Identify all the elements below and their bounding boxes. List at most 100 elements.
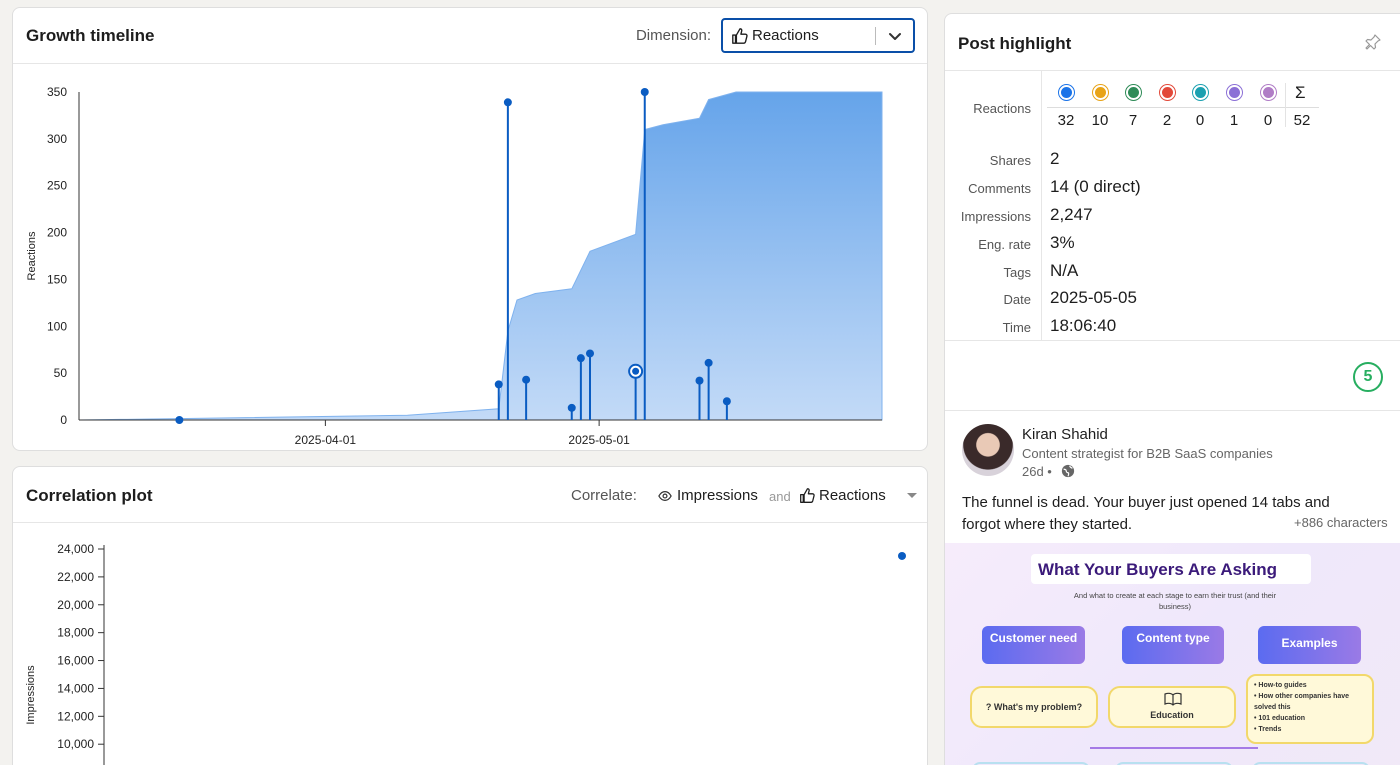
eye-icon <box>658 491 672 501</box>
growth-chart: 0 50 100 150 200 250 300 350 2025-04-01 2025-05-0… <box>26 85 883 447</box>
image-title: What Your Buyers Are Asking <box>1038 560 1277 579</box>
celebrate-icon <box>1227 85 1242 100</box>
reaction-total: 52 <box>1293 112 1311 129</box>
y-tick-label: 150 <box>47 272 67 286</box>
x-metric-label: Impressions <box>677 487 758 504</box>
dimension-select[interactable]: Reactions <box>721 18 915 53</box>
thumbs-up-icon <box>800 488 815 503</box>
lollipop-point <box>567 403 576 412</box>
correlate-label: Correlate: <box>571 487 637 504</box>
rank-badge[interactable]: 5 <box>1353 362 1383 392</box>
avatar[interactable] <box>962 424 1014 476</box>
y-tick-label: 12,000 <box>57 709 94 723</box>
reactions-label: Reactions <box>973 101 1031 116</box>
image-example-item: • How other companies have solved this <box>1254 693 1350 711</box>
stat-label: Shares <box>989 153 1031 168</box>
image-divider <box>1090 747 1258 749</box>
correlation-chart: 8,00010,00012,00014,00016,00018,00020,00… <box>25 542 906 765</box>
y-tick-label: 18,000 <box>57 626 94 640</box>
y-axis-label: Impressions <box>25 665 37 725</box>
and-label: and <box>769 489 791 504</box>
stat-label: Eng. rate <box>978 237 1031 252</box>
correlation-header: Correlation plot Correlate: Impressions … <box>13 467 927 523</box>
highlighted-point <box>632 367 640 375</box>
x-tick-label: 2025-04-01 <box>295 433 357 447</box>
y-tick-label: 350 <box>47 85 67 99</box>
y-tick-label: 300 <box>47 132 67 146</box>
image-subtitle: And what to create at each stage to earn… <box>1073 591 1277 611</box>
sigma-label: Σ <box>1295 83 1306 102</box>
reaction-count: 0 <box>1195 112 1205 129</box>
growth-timeline-card: Growth timeline Dimension: Reactions 0 50… <box>12 7 928 451</box>
image-col-customer-need: Customer need <box>982 626 1085 664</box>
reaction-separator <box>1047 107 1319 108</box>
love-icon <box>1160 85 1175 100</box>
image-example-item: • 101 education <box>1254 715 1306 722</box>
book-icon <box>1164 692 1182 706</box>
y-tick-label: 10,000 <box>57 737 94 751</box>
reaction-count: 32 <box>1057 112 1075 129</box>
chevron-down-icon[interactable] <box>887 28 903 44</box>
lollipop-point <box>695 376 704 385</box>
support-icon <box>1126 85 1141 100</box>
author-name[interactable]: Kiran Shahid <box>1022 426 1108 443</box>
growth-header: Growth timeline Dimension: Reactions <box>13 8 927 64</box>
stat-value: 2,247 <box>1050 205 1093 224</box>
lollipop-point <box>640 88 649 96</box>
stat-value: 14 (0 direct) <box>1050 177 1141 196</box>
select-divider <box>875 27 876 45</box>
stat-label: Time <box>1002 320 1031 335</box>
post-age: 26d • <box>1022 464 1052 479</box>
y-tick-label: 200 <box>47 226 67 240</box>
y-metric-label: Reactions <box>819 487 886 504</box>
caret-down-icon[interactable] <box>907 493 917 498</box>
y-tick-label: 20,000 <box>57 598 94 612</box>
lollipop-point <box>522 375 531 384</box>
pin-icon[interactable] <box>1365 34 1381 50</box>
reaction-count: 7 <box>1128 112 1138 129</box>
lollipop-point <box>704 358 713 367</box>
image-question-bubble: ? What's my problem? <box>970 686 1098 728</box>
lollipop-point <box>576 354 585 363</box>
post-header: Post highlight <box>945 14 1400 71</box>
globe-icon <box>1061 464 1075 478</box>
stat-value: N/A <box>1050 261 1079 280</box>
insightful-icon <box>1093 85 1108 100</box>
funny-icon <box>1193 85 1208 100</box>
stat-label: Date <box>1003 292 1031 307</box>
y-tick-label: 50 <box>54 366 68 380</box>
reaction-count: 1 <box>1229 112 1239 129</box>
lollipop-point <box>175 416 184 424</box>
stat-value: 2 <box>1050 149 1060 168</box>
y-tick-label: 0 <box>60 413 67 427</box>
image-example-item: • How-to guides <box>1254 682 1307 689</box>
stat-label: Tags <box>1003 265 1031 280</box>
badge-area <box>945 341 1400 411</box>
stats-divider <box>1041 71 1042 341</box>
cumulative-area <box>78 91 883 421</box>
reaction-count: 2 <box>1162 112 1172 129</box>
post-image[interactable]: What Your Buyers Are Asking And what to … <box>945 543 1400 765</box>
y-tick-label: 250 <box>47 179 67 193</box>
correlation-title: Correlation plot <box>26 486 153 505</box>
growth-title: Growth timeline <box>26 26 155 45</box>
lollipop-point <box>586 349 594 358</box>
y-tick-label: 24,000 <box>57 542 94 556</box>
lollipop-point <box>494 380 503 389</box>
thumbs-up-icon <box>732 28 748 44</box>
image-col-examples: Examples <box>1258 626 1361 664</box>
stat-value: 18:06:40 <box>1050 316 1117 335</box>
like-icon <box>1059 85 1074 100</box>
stat-label: Impressions <box>960 209 1031 224</box>
lollipop-point <box>503 98 512 107</box>
post-title: Post highlight <box>958 34 1072 53</box>
y-tick-label: 16,000 <box>57 654 94 668</box>
image-example-item: • Trends <box>1254 726 1282 733</box>
y-tick-label: 14,000 <box>57 681 94 695</box>
x-tick-label: 2025-05-01 <box>568 433 630 447</box>
reaction-count: 10 <box>1091 112 1109 129</box>
image-examples-list: • How-to guides • How other companies ha… <box>1246 674 1374 744</box>
more-characters-link[interactable]: +886 characters <box>1294 515 1388 530</box>
scatter-point <box>898 551 906 560</box>
dimension-value: Reactions <box>752 27 819 44</box>
